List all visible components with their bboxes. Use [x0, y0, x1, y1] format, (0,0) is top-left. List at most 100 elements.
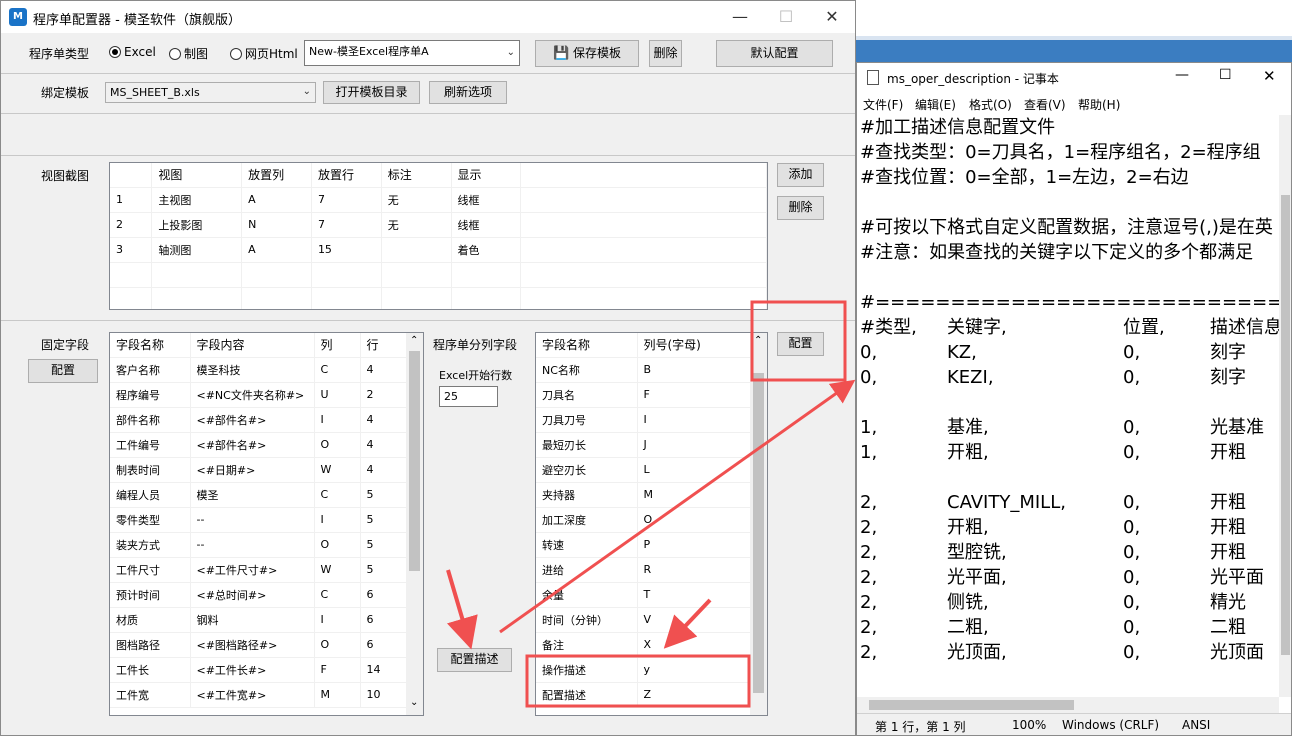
bind-template-combo[interactable]: MS_SHEET_B.xls ⌄: [105, 82, 316, 103]
table-cell[interactable]: Z: [637, 682, 751, 708]
table-cell[interactable]: 6: [360, 632, 409, 658]
open-template-dir-button[interactable]: 打开模板目录: [323, 81, 420, 104]
table-cell[interactable]: 模圣: [190, 482, 315, 508]
table-cell[interactable]: 1: [110, 187, 153, 213]
column-header[interactable]: 字段名称: [536, 333, 638, 358]
table-cell[interactable]: 客户名称: [110, 357, 191, 383]
vertical-scrollbar[interactable]: ⌃: [750, 333, 767, 715]
table-row[interactable]: 刀具刀号 I: [536, 407, 751, 433]
column-header[interactable]: 字段名称: [110, 333, 191, 358]
table-cell[interactable]: A: [241, 187, 312, 213]
vertical-scrollbar[interactable]: ⌃ ⌄: [406, 333, 423, 715]
menu-help[interactable]: 帮助(H): [1078, 96, 1120, 113]
table-row[interactable]: 部件名称 <#部件名#> I 4: [110, 407, 409, 433]
table-cell[interactable]: 线框: [451, 187, 522, 213]
notepad-title-bar[interactable]: ms_oper_description - 记事本 — ☐ ✕: [857, 63, 1291, 93]
table-cell[interactable]: 6: [360, 607, 409, 633]
table-cell[interactable]: I: [637, 407, 751, 433]
fixed-config-button[interactable]: 配置: [28, 359, 98, 383]
table-cell[interactable]: 刀具名: [536, 382, 638, 408]
column-header[interactable]: 标注: [381, 163, 452, 188]
table-cell[interactable]: 着色: [451, 237, 522, 263]
table-cell[interactable]: 轴测图: [151, 237, 243, 263]
table-cell[interactable]: 备注: [536, 632, 638, 658]
table-row[interactable]: 装夹方式 -- O 5: [110, 532, 409, 558]
menu-file[interactable]: 文件(F): [863, 96, 903, 113]
table-cell[interactable]: 7: [311, 212, 382, 238]
table-cell[interactable]: 4: [360, 357, 409, 383]
table-cell[interactable]: <#部件名#>: [190, 407, 315, 433]
table-cell[interactable]: 进给: [536, 557, 638, 583]
menu-edit[interactable]: 编辑(E): [915, 96, 956, 113]
table-cell[interactable]: 6: [360, 582, 409, 608]
table-cell[interactable]: O: [314, 532, 361, 558]
table-cell[interactable]: 15: [311, 237, 382, 263]
default-config-button[interactable]: 默认配置: [716, 40, 833, 67]
table-row[interactable]: 余量 T: [536, 582, 751, 608]
table-row[interactable]: 工件编号 <#部件名#> O 4: [110, 432, 409, 458]
table-row[interactable]: 避空刃长 L: [536, 457, 751, 483]
table-cell[interactable]: W: [314, 557, 361, 583]
table-cell[interactable]: 配置描述: [536, 682, 638, 708]
menu-view[interactable]: 查看(V): [1024, 96, 1066, 113]
view-grid[interactable]: 视图 放置列 放置行 标注 显示 1 主视图 A 7 无 线框 2 上投影图 N…: [109, 162, 768, 310]
table-cell[interactable]: C: [314, 582, 361, 608]
table-cell[interactable]: 转速: [536, 532, 638, 558]
table-cell[interactable]: U: [314, 382, 361, 408]
table-cell[interactable]: 工件编号: [110, 432, 191, 458]
table-cell[interactable]: 工件宽: [110, 682, 191, 708]
table-cell[interactable]: 工件长: [110, 657, 191, 683]
table-cell[interactable]: 2: [110, 212, 153, 238]
table-cell[interactable]: A: [241, 237, 312, 263]
close-icon[interactable]: ✕: [809, 1, 855, 33]
table-cell[interactable]: 上投影图: [151, 212, 243, 238]
table-row[interactable]: 1 主视图 A 7 无 线框: [110, 187, 767, 213]
table-cell[interactable]: NC名称: [536, 357, 638, 383]
radio-html[interactable]: 网页Html: [230, 45, 298, 62]
add-view-button[interactable]: 添加: [777, 163, 824, 187]
menu-format[interactable]: 格式(O): [969, 96, 1012, 113]
table-row[interactable]: 备注 X: [536, 632, 751, 658]
table-cell[interactable]: O: [314, 432, 361, 458]
table-row[interactable]: NC名称 B: [536, 357, 751, 383]
table-cell[interactable]: 程序编号: [110, 382, 191, 408]
config-description-button[interactable]: 配置描述: [437, 648, 512, 672]
table-cell[interactable]: X: [637, 632, 751, 658]
table-row[interactable]: 制表时间 <#日期#> W 4: [110, 457, 409, 483]
table-cell[interactable]: 装夹方式: [110, 532, 191, 558]
template-combo[interactable]: New-模圣Excel程序单A ⌄: [304, 40, 520, 66]
table-cell[interactable]: O: [314, 632, 361, 658]
scrollbar-thumb[interactable]: [753, 373, 764, 693]
vertical-scrollbar[interactable]: [1279, 115, 1291, 697]
scroll-down-icon[interactable]: ⌄: [410, 697, 418, 708]
table-cell[interactable]: I: [314, 607, 361, 633]
table-cell[interactable]: I: [314, 507, 361, 533]
table-cell[interactable]: 预计时间: [110, 582, 191, 608]
refresh-options-button[interactable]: 刷新选项: [429, 81, 507, 104]
table-row[interactable]: 转速 P: [536, 532, 751, 558]
table-row[interactable]: 加工深度 O: [536, 507, 751, 533]
table-cell[interactable]: I: [314, 407, 361, 433]
scrollbar-thumb[interactable]: [409, 351, 420, 571]
table-cell[interactable]: 最短刃长: [536, 432, 638, 458]
table-cell[interactable]: 制表时间: [110, 457, 191, 483]
table-cell[interactable]: 5: [360, 482, 409, 508]
column-header[interactable]: 字段内容: [190, 333, 315, 358]
table-cell[interactable]: 线框: [451, 212, 522, 238]
table-cell[interactable]: 时间（分钟）: [536, 607, 638, 633]
table-cell[interactable]: C: [314, 357, 361, 383]
table-cell[interactable]: F: [637, 382, 751, 408]
column-header[interactable]: 视图: [151, 163, 243, 188]
table-cell[interactable]: 5: [360, 507, 409, 533]
table-cell[interactable]: 余量: [536, 582, 638, 608]
table-cell[interactable]: 主视图: [151, 187, 243, 213]
table-row[interactable]: 材质 钢料 I 6: [110, 607, 409, 633]
column-header[interactable]: 放置列: [241, 163, 312, 188]
table-cell[interactable]: N: [241, 212, 312, 238]
split-fields-grid[interactable]: 字段名称 列号(字母) NC名称 B 刀具名 F 刀具刀号 I 最短刃长 J 避空刃长 L 夹持器 M…: [535, 332, 768, 716]
table-cell[interactable]: <#部件名#>: [190, 432, 315, 458]
table-row[interactable]: 配置描述 Z: [536, 682, 751, 708]
table-cell[interactable]: 避空刃长: [536, 457, 638, 483]
table-row[interactable]: 夹持器 M: [536, 482, 751, 508]
table-cell[interactable]: 4: [360, 407, 409, 433]
